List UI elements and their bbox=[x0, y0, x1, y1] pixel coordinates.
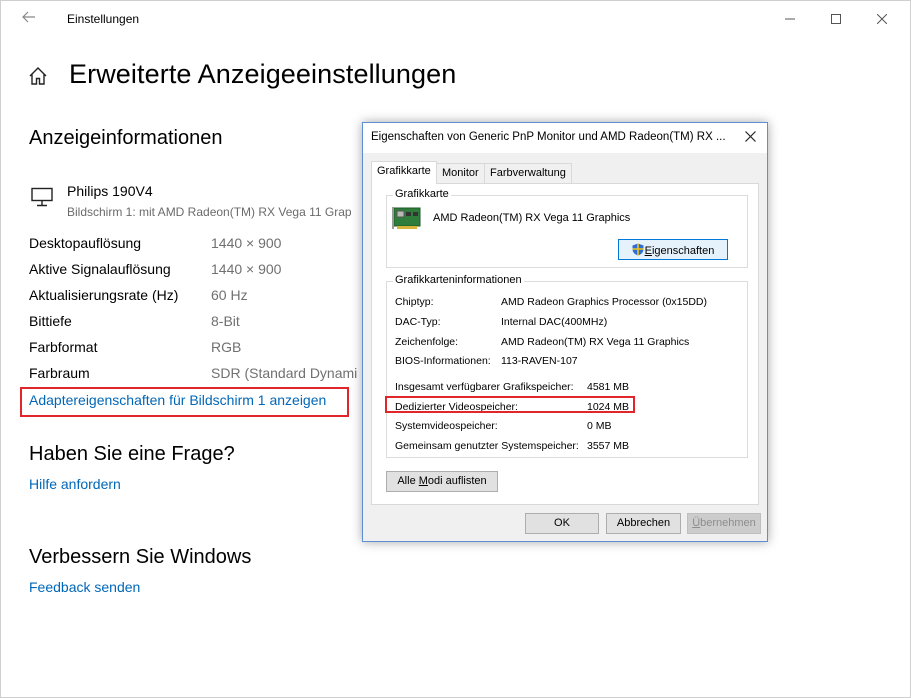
info-label: BIOS-Informationen: bbox=[395, 355, 491, 367]
info-label: Aktive Signalauflösung bbox=[29, 261, 171, 277]
dialog-title-bar: Eigenschaften von Generic PnP Monitor un… bbox=[363, 123, 767, 153]
info-value: RGB bbox=[211, 339, 242, 355]
display-info-title: Anzeigeinformationen bbox=[29, 127, 223, 149]
page-title: Erweiterte Anzeigeeinstellungen bbox=[69, 59, 457, 89]
memory-label: Insgesamt verfügbarer Grafikspeicher: bbox=[395, 381, 574, 393]
apply-accel: Ü bbox=[692, 517, 701, 529]
adapter-properties-link[interactable]: Adaptereigenschaften für Bildschirm 1 an… bbox=[20, 387, 349, 417]
monitor-subtitle: Bildschirm 1: mit AMD Radeon(TM) RX Vega… bbox=[67, 205, 352, 219]
properties-dialog: Eigenschaften von Generic PnP Monitor un… bbox=[362, 122, 768, 542]
cancel-button[interactable]: Abbrechen bbox=[606, 513, 681, 534]
group-legend: Grafikkarte bbox=[393, 188, 451, 200]
info-label: Chiptyp: bbox=[395, 296, 434, 308]
info-value: 1440 × 900 bbox=[211, 235, 282, 251]
memory-label: Gemeinsam genutzter Systemspeicher: bbox=[395, 440, 579, 452]
tab-monitor[interactable]: Monitor bbox=[436, 163, 485, 183]
properties-label: igenschaften bbox=[651, 245, 715, 257]
info-label: Bittiefe bbox=[29, 313, 72, 329]
group-legend: Grafikkarteninformationen bbox=[393, 274, 524, 286]
help-title: Haben Sie eine Frage? bbox=[29, 443, 235, 465]
minimize-icon[interactable] bbox=[767, 5, 813, 33]
memory-label: Systemvideospeicher: bbox=[395, 420, 498, 432]
app-title: Einstellungen bbox=[67, 12, 140, 26]
close-icon[interactable] bbox=[859, 5, 905, 33]
info-label: Desktopauflösung bbox=[29, 235, 142, 251]
info-label: Aktualisierungsrate (Hz) bbox=[29, 287, 179, 303]
tab-farbverwaltung[interactable]: Farbverwaltung bbox=[484, 163, 572, 183]
info-label: DAC-Typ: bbox=[395, 316, 441, 328]
dialog-title: Eigenschaften von Generic PnP Monitor un… bbox=[371, 131, 726, 143]
info-value: 1440 × 900 bbox=[211, 261, 282, 277]
apply-label: bernehmen bbox=[700, 517, 756, 529]
apply-button[interactable]: Übernehmen bbox=[687, 513, 761, 534]
get-help-link[interactable]: Hilfe anfordern bbox=[29, 476, 121, 492]
improve-title: Verbessern Sie Windows bbox=[29, 546, 252, 568]
tab-grafikkarte[interactable]: Grafikkarte bbox=[371, 161, 437, 184]
adapter-name: AMD Radeon(TM) RX Vega 11 Graphics bbox=[433, 212, 631, 224]
list-modes-accel: M bbox=[418, 475, 428, 487]
back-arrow-icon[interactable] bbox=[17, 7, 41, 31]
feedback-link[interactable]: Feedback senden bbox=[29, 579, 140, 595]
info-value: 8-Bit bbox=[211, 313, 240, 329]
list-modes-post: odi auflisten bbox=[427, 475, 487, 487]
graphics-card-icon bbox=[391, 204, 425, 234]
shield-icon bbox=[632, 243, 644, 256]
tab-panel: Grafikkarte AMD Radeon(TM) RX Vega 11 Gr… bbox=[371, 183, 759, 505]
info-value: Internal DAC(400MHz) bbox=[501, 316, 608, 328]
adapter-properties-button[interactable]: Eigenschaften bbox=[618, 239, 728, 260]
info-value: 113-RAVEN-107 bbox=[501, 355, 578, 367]
info-label: Zeichenfolge: bbox=[395, 336, 459, 348]
monitor-name: Philips 190V4 bbox=[67, 183, 153, 199]
monitor-icon bbox=[31, 187, 53, 207]
adapter-info-group: Grafikkarteninformationen Chiptyp: AMD R… bbox=[386, 274, 748, 458]
ok-button[interactable]: OK bbox=[525, 513, 599, 534]
info-label: Farbraum bbox=[29, 365, 90, 381]
info-value: AMD Radeon Graphics Processor (0x15DD) bbox=[501, 296, 707, 308]
info-value: 60 Hz bbox=[211, 287, 248, 303]
list-modes-pre: Alle bbox=[397, 475, 419, 487]
home-icon[interactable] bbox=[27, 65, 49, 87]
close-icon[interactable] bbox=[739, 127, 761, 149]
title-bar: Einstellungen bbox=[1, 1, 910, 37]
info-value: AMD Radeon(TM) RX Vega 11 Graphics bbox=[501, 336, 690, 348]
memory-value: 3557 MB bbox=[587, 440, 630, 452]
memory-label: Dedizierter Videospeicher: bbox=[395, 401, 518, 413]
maximize-icon[interactable] bbox=[813, 5, 859, 33]
memory-value: 0 MB bbox=[587, 420, 612, 432]
adapter-group: Grafikkarte AMD Radeon(TM) RX Vega 11 Gr… bbox=[386, 188, 748, 268]
info-value: SDR (Standard Dynami bbox=[211, 365, 358, 381]
info-label: Farbformat bbox=[29, 339, 98, 355]
list-all-modes-button[interactable]: Alle Modi auflisten bbox=[386, 471, 498, 492]
properties-accel: E bbox=[644, 245, 652, 257]
memory-value: 4581 MB bbox=[587, 381, 630, 393]
memory-value: 1024 MB bbox=[587, 401, 630, 413]
